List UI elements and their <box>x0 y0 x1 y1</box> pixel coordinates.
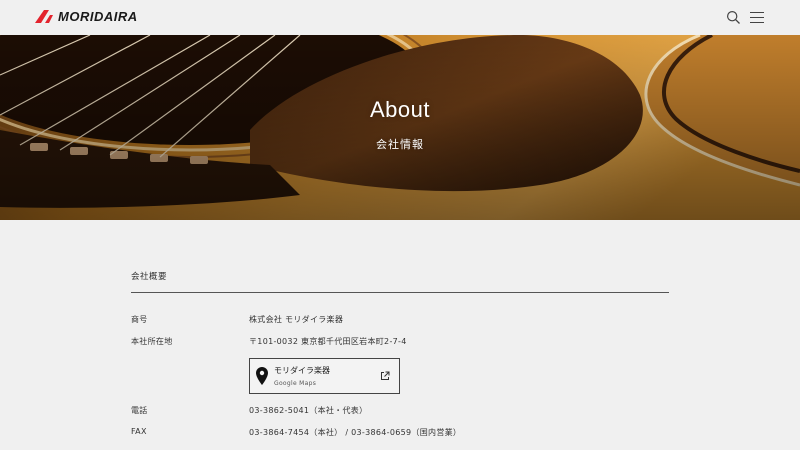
map-pin-icon <box>256 367 268 385</box>
row-label-fax: FAX <box>131 427 147 436</box>
map-service-label: Google Maps <box>274 380 317 387</box>
row-value-trade-name: 株式会社 モリダイラ楽器 <box>249 315 344 324</box>
menu-button[interactable] <box>750 11 764 24</box>
row-value-phone: 03-3862-5041（本社・代表） <box>249 406 368 415</box>
site-header: MORIDAIRA <box>0 0 800 35</box>
hamburger-line <box>750 22 764 24</box>
hamburger-line <box>750 17 764 19</box>
hero-banner: About 会社情報 <box>0 35 800 220</box>
row-value-fax: 03-3864-7454（本社） / 03-3864-0659（国内営業） <box>249 428 462 437</box>
hamburger-menu-icon <box>750 12 764 14</box>
hero-guitar-image <box>0 35 800 220</box>
page-subtitle: 会社情報 <box>376 138 424 151</box>
map-place-name: モリダイラ楽器 <box>274 366 330 375</box>
google-maps-link[interactable]: モリダイラ楽器 Google Maps <box>249 358 400 394</box>
section-heading: 会社概要 <box>131 272 168 282</box>
search-icon <box>726 10 740 24</box>
row-label-phone: 電話 <box>131 406 148 415</box>
row-label-trade-name: 商号 <box>131 315 148 324</box>
row-label-address: 本社所在地 <box>131 337 173 346</box>
search-button[interactable] <box>726 10 741 25</box>
logo[interactable]: MORIDAIRA <box>35 8 138 24</box>
section-divider <box>131 292 669 293</box>
logo-mark-icon <box>35 10 53 23</box>
page-title: About <box>370 97 430 122</box>
logo-text: MORIDAIRA <box>58 8 138 24</box>
row-value-address: 〒101-0032 東京都千代田区岩本町2-7-4 <box>249 337 407 346</box>
external-link-icon <box>381 371 390 380</box>
